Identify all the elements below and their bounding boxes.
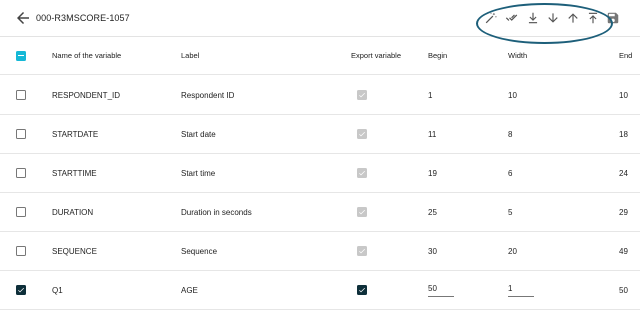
variable-name: SEQUENCE [52, 246, 97, 256]
width-cell: 10 [508, 76, 517, 114]
export-checkbox [357, 90, 367, 100]
row-checkbox[interactable] [16, 129, 26, 139]
variable-label: Start time [181, 168, 216, 178]
export-cell [357, 154, 367, 192]
table-header: Name of the variable Label Export variab… [0, 37, 640, 75]
row-checkbox[interactable] [16, 285, 26, 295]
begin-value: 1 [428, 90, 433, 100]
row-select-cell [16, 271, 26, 309]
row-checkbox[interactable] [16, 90, 26, 100]
width-cell: 1 [508, 271, 534, 309]
variable-name: STARTDATE [52, 129, 99, 139]
end-value: 10 [619, 90, 628, 100]
column-header-width[interactable]: Width [508, 37, 527, 74]
variable-label: Respondent ID [181, 90, 235, 100]
begin-value: 19 [428, 168, 437, 178]
width-cell: 8 [508, 115, 512, 153]
width-cell: 20 [508, 232, 517, 270]
row-checkbox[interactable] [16, 168, 26, 178]
export-checkbox[interactable] [357, 285, 367, 295]
variable-name: RESPONDENT_ID [52, 90, 121, 100]
page-title: 000-R3MSCORE-1057 [36, 13, 130, 23]
begin-value: 30 [428, 246, 437, 256]
width-cell: 5 [508, 193, 512, 231]
table-row[interactable]: STARTTIME Start time 19 6 24 [0, 154, 640, 193]
begin-value: 11 [428, 129, 437, 139]
row-select-cell [16, 115, 26, 153]
row-checkbox[interactable] [16, 207, 26, 217]
table-row[interactable]: Q1 AGE 50 1 50 [0, 271, 640, 310]
end-value: 50 [619, 285, 628, 295]
variable-label: Start date [181, 129, 216, 139]
column-header-begin[interactable]: Begin [428, 37, 447, 74]
width-cell: 6 [508, 154, 512, 192]
export-checkbox [357, 207, 367, 217]
width-value: 8 [508, 129, 513, 139]
begin-cell: 50 [428, 271, 454, 309]
begin-cell: 1 [428, 76, 432, 114]
toolbar: 000-R3MSCORE-1057 [0, 0, 640, 44]
column-header-export[interactable]: Export variable [351, 37, 401, 74]
row-select-cell [16, 76, 26, 114]
begin-cell: 11 [428, 115, 436, 153]
table-row[interactable]: SEQUENCE Sequence 30 20 49 [0, 232, 640, 271]
variable-name: DURATION [52, 207, 94, 217]
table-row[interactable]: DURATION Duration in seconds 25 5 29 [0, 193, 640, 232]
begin-value: 25 [428, 207, 437, 217]
width-value: 10 [508, 90, 517, 100]
variable-label: Duration in seconds [181, 207, 252, 217]
export-checkbox [357, 246, 367, 256]
width-value: 6 [508, 168, 513, 178]
export-checkbox [357, 168, 367, 178]
row-select-cell [16, 193, 26, 231]
variable-label: Sequence [181, 246, 218, 256]
variable-label: AGE [181, 285, 198, 295]
begin-input[interactable]: 50 [428, 284, 454, 297]
export-cell [357, 232, 367, 270]
row-checkbox[interactable] [16, 246, 26, 256]
width-input[interactable]: 1 [508, 284, 534, 297]
begin-cell: 30 [428, 232, 437, 270]
width-value: 5 [508, 207, 513, 217]
export-cell [357, 271, 367, 309]
row-select-cell [16, 232, 26, 270]
export-checkbox [357, 129, 367, 139]
end-value: 49 [619, 246, 628, 256]
begin-cell: 25 [428, 193, 437, 231]
select-all-cell [16, 37, 26, 74]
back-arrow-icon[interactable] [14, 9, 32, 27]
export-cell [357, 76, 367, 114]
export-cell [357, 115, 367, 153]
row-select-cell [16, 154, 26, 192]
end-value: 24 [619, 168, 628, 178]
column-header-end[interactable]: End [619, 37, 632, 74]
export-cell [357, 193, 367, 231]
table-row[interactable]: RESPONDENT_ID Respondent ID 1 10 10 [0, 76, 640, 115]
table-row[interactable]: STARTDATE Start date 11 8 18 [0, 115, 640, 154]
column-header-name[interactable]: Name of the variable [52, 37, 121, 74]
width-value: 20 [508, 246, 517, 256]
variable-name: STARTTIME [52, 168, 97, 178]
variable-name: Q1 [52, 285, 63, 295]
end-value: 18 [619, 129, 628, 139]
end-value: 29 [619, 207, 628, 217]
column-header-label[interactable]: Label [181, 37, 199, 74]
begin-cell: 19 [428, 154, 437, 192]
select-all-checkbox[interactable] [16, 50, 26, 61]
